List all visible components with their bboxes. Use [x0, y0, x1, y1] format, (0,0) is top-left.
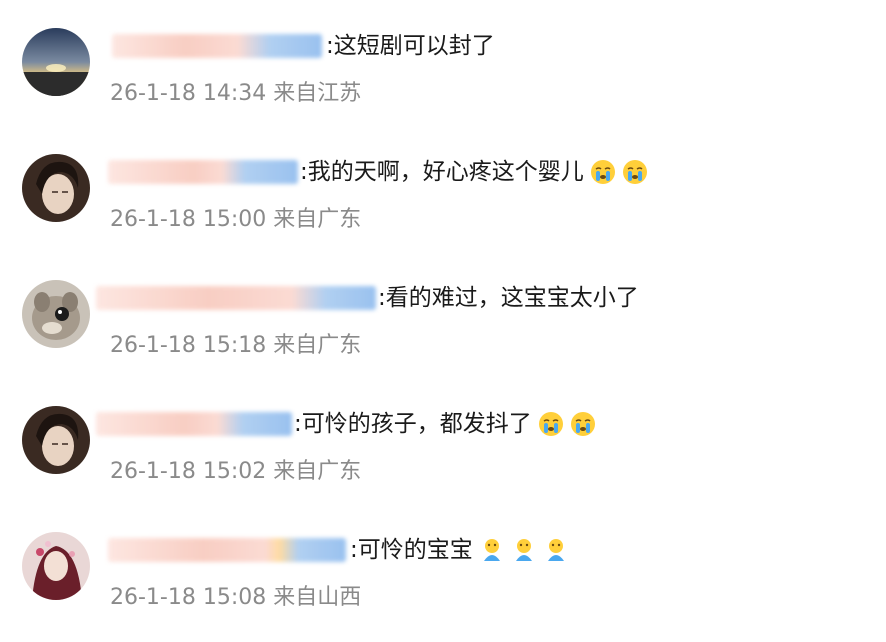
shivering-person-icon — [547, 539, 564, 561]
comment-meta: 26-1-18 15:18 来自广东 — [110, 327, 361, 359]
crying-face-icon — [538, 412, 563, 436]
comment-item: :可怜的宝宝 26-1-18 15:08 来自山西 — [0, 532, 886, 642]
comment-date: 26-1-18 15:08 — [110, 585, 267, 610]
avatar[interactable] — [22, 280, 90, 348]
comment-item: :看的难过，这宝宝太小了 26-1-18 15:18 来自广东 — [0, 280, 886, 390]
comment-date: 26-1-18 15:18 — [110, 333, 267, 358]
username-blurred[interactable] — [96, 286, 376, 310]
comment-meta: 26-1-18 15:08 来自山西 — [110, 579, 361, 611]
comment-item: :可怜的孩子，都发抖了 26-1-18 15:02 来自广东 — [0, 406, 886, 516]
comment-location: 来自广东 — [273, 459, 362, 484]
comment-location: 来自山西 — [273, 585, 362, 610]
crying-face-icon — [622, 160, 647, 184]
comment-meta: 26-1-18 14:34 来自江苏 — [110, 75, 361, 107]
username-blurred[interactable] — [108, 538, 346, 562]
username-blurred[interactable] — [96, 412, 292, 436]
comment-date: 26-1-18 15:02 — [110, 459, 267, 484]
comment-text: :这短剧可以封了 — [326, 33, 495, 59]
comment-location: 来自广东 — [273, 207, 362, 232]
comment-location: 来自江苏 — [273, 81, 362, 106]
avatar[interactable] — [22, 154, 90, 222]
comment-item: :这短剧可以封了 26-1-18 14:34 来自江苏 — [0, 28, 886, 138]
shivering-person-icon — [483, 539, 500, 561]
comment-text: :我的天啊，好心疼这个婴儿 — [300, 157, 648, 187]
comment-list: :这短剧可以封了 26-1-18 14:34 来自江苏 :我的天啊，好心疼这个婴… — [0, 0, 886, 636]
comment-text: :可怜的孩子，都发抖了 — [294, 409, 596, 439]
comment-date: 26-1-18 14:34 — [110, 81, 267, 106]
crying-face-icon — [590, 160, 615, 184]
comment-meta: 26-1-18 15:02 来自广东 — [110, 453, 361, 485]
comment-meta: 26-1-18 15:00 来自广东 — [110, 201, 361, 233]
username-blurred[interactable] — [112, 34, 322, 58]
avatar[interactable] — [22, 406, 90, 474]
avatar[interactable] — [22, 532, 90, 600]
comment-text: :看的难过，这宝宝太小了 — [378, 285, 639, 311]
comment-date: 26-1-18 15:00 — [110, 207, 267, 232]
shivering-person-icon — [515, 539, 532, 561]
crying-face-icon — [570, 412, 595, 436]
comment-location: 来自广东 — [273, 333, 362, 358]
username-blurred[interactable] — [108, 160, 298, 184]
avatar[interactable] — [22, 28, 90, 96]
comment-item: :我的天啊，好心疼这个婴儿 26-1-18 15:00 来自广东 — [0, 154, 886, 264]
comment-text: :可怜的宝宝 — [350, 535, 569, 565]
